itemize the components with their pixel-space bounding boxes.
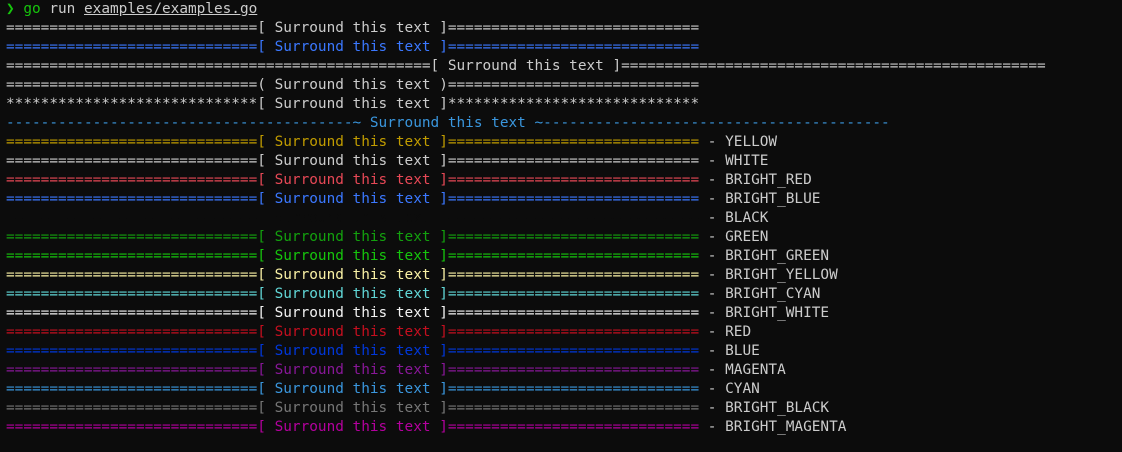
- command-name: go: [23, 1, 41, 17]
- surround-text: =============================[ Surround …: [6, 267, 700, 283]
- prompt-arrow-icon: ❯: [6, 1, 15, 17]
- color-label: - RED: [699, 324, 752, 340]
- surround-text: =============================[ Surround …: [6, 381, 700, 397]
- surround-text: =============================[ Surround …: [6, 400, 700, 416]
- color-output-line: =============================[ Surround …: [6, 361, 1122, 380]
- color-output-line: =============================[ Surround …: [6, 266, 1122, 285]
- color-output-line: =============================[ Surround …: [6, 228, 1122, 247]
- output-line: *****************************[ Surround …: [6, 96, 700, 112]
- color-output-line: =============================[ Surround …: [6, 247, 1122, 266]
- color-label: - CYAN: [699, 381, 760, 397]
- surround-text: =============================[ Surround …: [6, 229, 700, 245]
- color-output-line: =============================[ Surround …: [6, 209, 1122, 228]
- color-output-line: =============================[ Surround …: [6, 304, 1122, 323]
- surround-text: =============================[ Surround …: [6, 343, 700, 359]
- color-output-line: =============================[ Surround …: [6, 171, 1122, 190]
- color-label: - BRIGHT_YELLOW: [699, 267, 838, 283]
- color-label: - BRIGHT_BLUE: [699, 191, 821, 207]
- output-line: ----------------------------------------…: [6, 115, 890, 131]
- surround-text: =============================[ Surround …: [6, 191, 700, 207]
- surround-text: =============================[ Surround …: [6, 305, 700, 321]
- color-output-line: =============================[ Surround …: [6, 190, 1122, 209]
- color-label: - BRIGHT_GREEN: [699, 248, 830, 264]
- color-label: - GREEN: [699, 229, 769, 245]
- color-label: - BRIGHT_RED: [699, 172, 812, 188]
- output-line: ========================================…: [6, 58, 1046, 74]
- output-line: =============================[ Surround …: [6, 20, 700, 36]
- surround-text: =============================[ Surround …: [6, 153, 700, 169]
- color-output-line: =============================[ Surround …: [6, 399, 1122, 418]
- surround-text: =============================[ Surround …: [6, 134, 700, 150]
- surround-text: =============================[ Surround …: [6, 172, 700, 188]
- color-label: - BRIGHT_BLACK: [699, 400, 830, 416]
- surround-text: =============================[ Surround …: [6, 248, 700, 264]
- surround-text: =============================[ Surround …: [6, 419, 700, 435]
- output-line: =============================[ Surround …: [6, 39, 700, 55]
- surround-text: =============================[ Surround …: [6, 210, 700, 226]
- surround-text: =============================[ Surround …: [6, 286, 700, 302]
- color-label: - BRIGHT_WHITE: [699, 305, 830, 321]
- color-label: - BRIGHT_MAGENTA: [699, 419, 847, 435]
- surround-text: =============================[ Surround …: [6, 362, 700, 378]
- color-output-line: =============================[ Surround …: [6, 323, 1122, 342]
- color-output-line: =============================[ Surround …: [6, 285, 1122, 304]
- color-label: - BLACK: [699, 210, 769, 226]
- color-label: - YELLOW: [699, 134, 778, 150]
- color-output-line: =============================[ Surround …: [6, 133, 1122, 152]
- surround-text: =============================[ Surround …: [6, 324, 700, 340]
- terminal-window: ❯ go run examples/examples.go ==========…: [0, 0, 1122, 437]
- color-label: - WHITE: [699, 153, 769, 169]
- color-output-line: =============================[ Surround …: [6, 342, 1122, 361]
- command-subcommand: run: [49, 1, 76, 17]
- output-line: =============================( Surround …: [6, 77, 700, 93]
- color-output-line: =============================[ Surround …: [6, 152, 1122, 171]
- color-label: - BLUE: [699, 343, 760, 359]
- color-label: - MAGENTA: [699, 362, 786, 378]
- color-output-line: =============================[ Surround …: [6, 380, 1122, 399]
- command-argument[interactable]: examples/examples.go: [84, 1, 257, 17]
- prompt-line: ❯ go run examples/examples.go: [6, 0, 1122, 19]
- color-label: - BRIGHT_CYAN: [699, 286, 821, 302]
- color-output-line: =============================[ Surround …: [6, 418, 1122, 437]
